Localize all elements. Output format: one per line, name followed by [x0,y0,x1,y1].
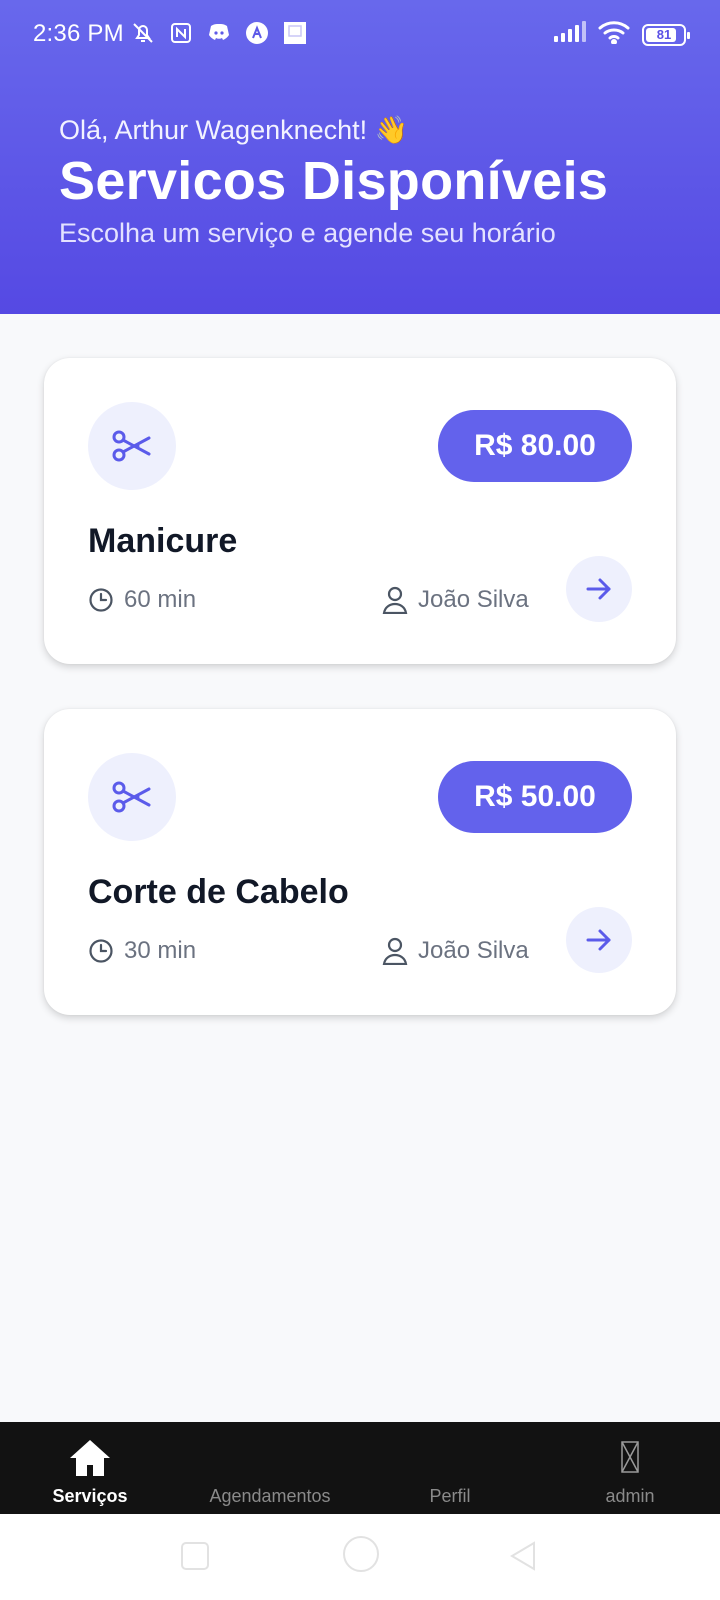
provider-text: João Silva [418,586,529,613]
user-icon [382,586,408,614]
system-status-icons: 81 [554,20,690,49]
back-icon [510,1541,535,1571]
nav-item-agendamentos[interactable]: Agendamentos [180,1422,360,1514]
status-time: 2:36 PM [33,20,124,47]
arrow-right-icon [586,929,611,951]
scissors-icon [88,753,176,841]
clock-icon [89,939,113,963]
service-duration: 30 min [88,937,196,965]
page-title: Servicos Disponíveis [59,151,609,211]
notification-icons [130,20,308,46]
app-notification-icon [244,20,270,46]
bottom-nav: Serviços Agendamentos Perfil admin [0,1422,720,1514]
nav-item-admin[interactable]: admin [540,1422,720,1514]
scissors-icon [88,402,176,490]
alarm-off-icon [130,20,156,46]
header: 2:36 PM 81 Olá, Arthur Wagenknecht! 👋 Se… [0,0,720,314]
service-name: Corte de Cabelo [88,873,349,911]
discord-icon [206,20,232,46]
open-service-button[interactable] [566,907,632,973]
signal-icon [554,21,586,48]
nav-item-perfil[interactable]: Perfil [360,1422,540,1514]
clock-icon [89,588,113,612]
back-button[interactable] [508,1540,538,1577]
home-icon [70,1440,110,1476]
open-service-button[interactable] [566,556,632,622]
missing-icon [621,1441,639,1473]
greeting: Olá, Arthur Wagenknecht! 👋 [59,115,409,145]
arrow-right-icon [586,578,611,600]
nav-label: Perfil [429,1486,471,1506]
nav-label: Agendamentos [209,1486,331,1506]
duration-text: 60 min [124,586,197,613]
price-badge: R$ 50.00 [438,761,632,833]
nav-label: admin [605,1486,655,1506]
provider-text: João Silva [418,937,529,964]
home-button[interactable] [343,1536,379,1572]
nav-item-servicos[interactable]: Serviços [0,1422,180,1514]
image-notification-icon [282,20,308,46]
page-subtitle: Escolha um serviço e agende seu horário [59,218,556,248]
price-badge: R$ 80.00 [438,410,632,482]
service-provider: João Silva [382,937,529,965]
user-icon [382,937,408,965]
service-card-corte-de-cabelo[interactable]: R$ 50.00 Corte de Cabelo 30 min João Sil… [44,709,676,1015]
status-bar: 2:36 PM 81 [0,0,720,72]
wifi-icon [598,20,630,49]
battery-indicator: 81 [642,23,690,46]
service-name: Manicure [88,522,238,560]
recent-apps-button[interactable] [181,1542,209,1570]
nav-label: Serviços [52,1486,128,1506]
service-provider: João Silva [382,586,529,614]
service-card-manicure[interactable]: R$ 80.00 Manicure 60 min João Silva [44,358,676,664]
system-nav-bar [0,1514,720,1600]
service-duration: 60 min [88,586,196,614]
duration-text: 30 min [124,937,197,964]
nfc-icon [168,20,194,46]
